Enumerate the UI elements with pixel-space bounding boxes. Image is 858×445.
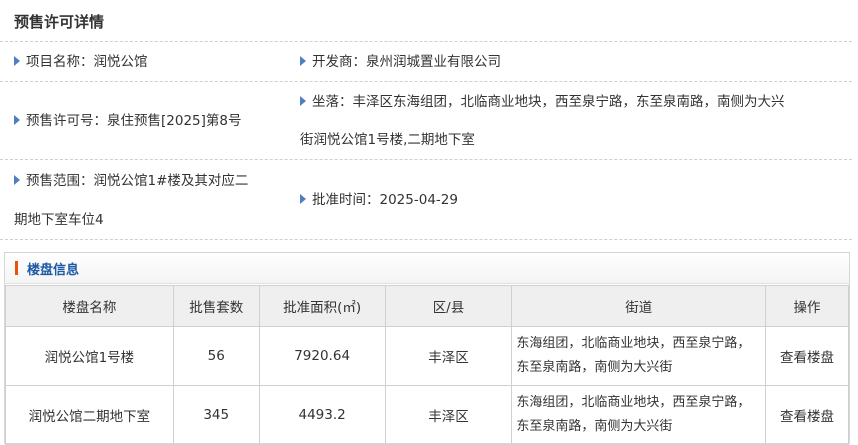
street-line2: 东至泉南路，南侧为大兴街 xyxy=(516,419,673,434)
scope-text-line1: 预售范围：润悦公馆1#楼及其对应二 xyxy=(26,173,249,189)
cell-area: 4493.2 xyxy=(258,385,386,445)
page-header: 预售许可详情 xyxy=(0,0,852,42)
triangle-bullet-icon xyxy=(300,56,306,66)
table-header-row: 楼盘名称 批售套数 批准面积(㎡) 区/县 街道 操作 xyxy=(5,285,849,327)
triangle-bullet-icon xyxy=(14,175,20,185)
developer-field: 开发商：泉州润城置业有限公司 xyxy=(300,52,501,72)
cell-building-name: 润悦公馆二期地下室 xyxy=(5,385,174,445)
cell-street: 东海组团，北临商业地块，西至泉宁路， 东至泉南路，南侧为大兴街 xyxy=(511,326,767,386)
triangle-bullet-icon xyxy=(300,96,306,106)
cell-units: 56 xyxy=(172,326,260,386)
cell-building-name: 润悦公馆1号楼 xyxy=(5,326,174,386)
info-row-3: 预售范围：润悦公馆1#楼及其对应二 期地下室车位4 批准时间：2025-04-2… xyxy=(0,160,852,240)
permit-no-field: 预售许可号：泉住预售[2025]第8号 xyxy=(14,111,241,131)
col-header-units: 批售套数 xyxy=(172,285,260,327)
view-building-link[interactable]: 查看楼盘 xyxy=(765,385,849,445)
section-title: 楼盘信息 xyxy=(27,263,80,278)
approval-time-text: 批准时间：2025-04-29 xyxy=(312,192,458,208)
triangle-bullet-icon xyxy=(14,115,20,125)
location-text-line2: 街润悦公馆1号楼,二期地下室 xyxy=(300,132,475,148)
col-header-action: 操作 xyxy=(765,285,849,327)
triangle-bullet-icon xyxy=(300,194,306,204)
permit-no-text: 预售许可号：泉住预售[2025]第8号 xyxy=(26,113,242,129)
cell-area: 7920.64 xyxy=(258,326,386,386)
cell-street: 东海组团，北临商业地块，西至泉宁路， 东至泉南路，南侧为大兴街 xyxy=(511,385,767,445)
building-info-section: 楼盘信息 楼盘名称 批售套数 批准面积(㎡) 区/县 街道 操作 润悦公馆1号楼… xyxy=(4,252,850,445)
page-title: 预售许可详情 xyxy=(14,13,105,31)
scope-field: 预售范围：润悦公馆1#楼及其对应二 xyxy=(14,171,248,191)
col-header-name: 楼盘名称 xyxy=(5,285,174,327)
scope-text-line2: 期地下室车位4 xyxy=(14,212,104,228)
info-row-2: 预售许可号：泉住预售[2025]第8号 坐落：丰泽区东海组团，北临商业地块，西至… xyxy=(0,82,852,160)
project-name-field: 项目名称：润悦公馆 xyxy=(14,52,148,72)
section-header: 楼盘信息 xyxy=(5,253,849,284)
info-row-1: 项目名称：润悦公馆 开发商：泉州润城置业有限公司 xyxy=(0,42,852,82)
table-row: 润悦公馆二期地下室 345 4493.2 丰泽区 东海组团，北临商业地块，西至泉… xyxy=(5,385,849,445)
project-name-text: 项目名称：润悦公馆 xyxy=(26,54,148,70)
cell-units: 345 xyxy=(172,385,260,445)
col-header-area: 批准面积(㎡) xyxy=(258,285,386,327)
section-marker xyxy=(15,261,18,275)
approval-time-field: 批准时间：2025-04-29 xyxy=(300,190,458,210)
developer-text: 开发商：泉州润城置业有限公司 xyxy=(312,54,501,70)
triangle-bullet-icon xyxy=(14,56,20,66)
building-table: 楼盘名称 批售套数 批准面积(㎡) 区/县 街道 操作 润悦公馆1号楼 56 7… xyxy=(5,285,849,445)
col-header-district: 区/县 xyxy=(384,285,513,327)
location-text-line1: 坐落：丰泽区东海组团，北临商业地块，西至泉宁路，东至泉南路，南侧为大兴 xyxy=(312,94,785,110)
col-header-street: 街道 xyxy=(511,285,767,327)
street-line1: 东海组团，北临商业地块，西至泉宁路， xyxy=(516,395,751,410)
street-line2: 东至泉南路，南侧为大兴街 xyxy=(516,360,673,375)
presale-permit-page: 预售许可详情 项目名称：润悦公馆 开发商：泉州润城置业有限公司 预售许可号：泉住… xyxy=(0,0,858,445)
street-line1: 东海组团，北临商业地块，西至泉宁路， xyxy=(516,336,751,351)
scope-field-cont: 期地下室车位4 xyxy=(14,210,104,230)
location-field-cont: 街润悦公馆1号楼,二期地下室 xyxy=(300,130,475,150)
view-building-link[interactable]: 查看楼盘 xyxy=(765,326,849,386)
table-row: 润悦公馆1号楼 56 7920.64 丰泽区 东海组团，北临商业地块，西至泉宁路… xyxy=(5,326,849,386)
location-field: 坐落：丰泽区东海组团，北临商业地块，西至泉宁路，东至泉南路，南侧为大兴 xyxy=(300,92,785,112)
cell-district: 丰泽区 xyxy=(384,326,513,386)
cell-district: 丰泽区 xyxy=(384,385,513,445)
